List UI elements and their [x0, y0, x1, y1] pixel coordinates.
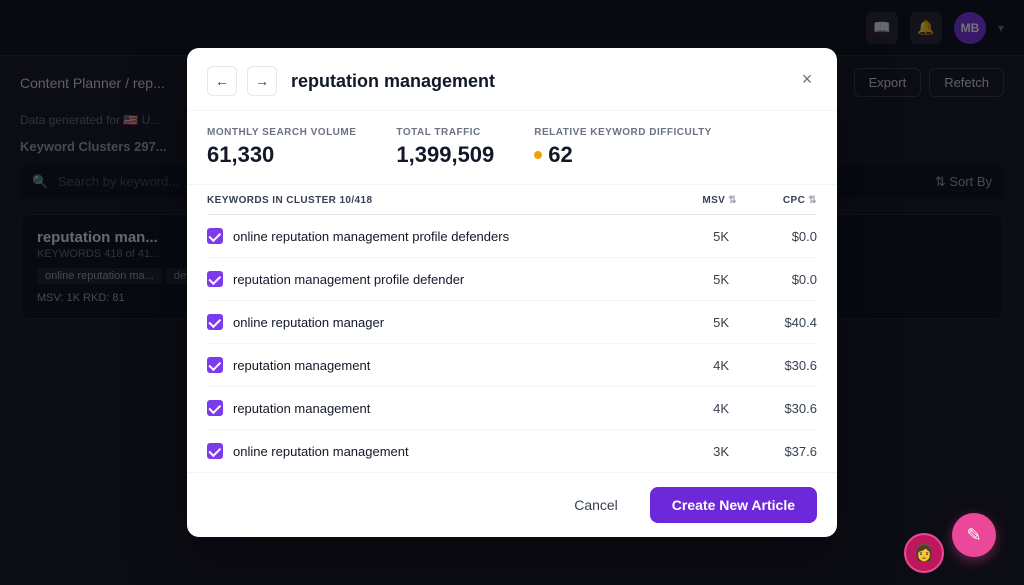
table-row: reputation management 4K $30.6 [207, 344, 817, 387]
cpc-cell: $40.4 [737, 315, 817, 330]
keyword-cell: reputation management [207, 357, 657, 373]
msv-cell: 4K [657, 358, 737, 373]
nav-back-button[interactable]: ← [207, 66, 237, 96]
keyword-rows: online reputation management profile def… [207, 215, 817, 472]
cpc-cell: $0.0 [737, 229, 817, 244]
keyword-text: online reputation management profile def… [233, 229, 509, 244]
cpc-cell: $37.6 [737, 444, 817, 459]
keyword-text: reputation management [233, 358, 370, 373]
table-row: reputation management 4K $30.6 [207, 387, 817, 430]
msv-cell: 5K [657, 315, 737, 330]
keyword-checkbox-5[interactable] [207, 443, 223, 459]
cpc-cell: $30.6 [737, 401, 817, 416]
stat-total-traffic: TOTAL TRAFFIC 1,399,509 [396, 127, 494, 168]
pencil-icon: ✎ [966, 525, 981, 546]
user-avatar-icon: 👩 [914, 543, 934, 563]
table-row: reputation management profile defender 5… [207, 258, 817, 301]
msv-sort-icon[interactable]: ⇅ [728, 195, 737, 206]
keyword-text: reputation management [233, 401, 370, 416]
table-row: online reputation management 3K $37.6 [207, 430, 817, 472]
stat-relative-keyword-difficulty: RELATIVE KEYWORD DIFFICULTY 62 [534, 127, 712, 168]
col-header-keywords: KEYWORDS IN CLUSTER 10/418 [207, 195, 657, 206]
modal-overlay: ← → reputation management × MONTHLY SEAR… [0, 0, 1024, 585]
table-row: online reputation manager 5K $40.4 [207, 301, 817, 344]
modal-title: reputation management [291, 71, 495, 92]
arrow-right-icon: → [255, 73, 269, 89]
keyword-text: reputation management profile defender [233, 272, 464, 287]
table-row: online reputation management profile def… [207, 215, 817, 258]
msv-cell: 4K [657, 401, 737, 416]
keyword-checkbox-1[interactable] [207, 271, 223, 287]
keyword-checkbox-0[interactable] [207, 228, 223, 244]
keyword-cell: reputation management profile defender [207, 271, 657, 287]
col-header-cpc: CPC ⇅ [737, 195, 817, 206]
stats-bar: MONTHLY SEARCH VOLUME 61,330 TOTAL TRAFF… [187, 111, 837, 185]
keyword-checkbox-3[interactable] [207, 357, 223, 373]
keyword-text: online reputation management [233, 444, 409, 459]
keyword-checkbox-2[interactable] [207, 314, 223, 330]
close-icon: × [802, 69, 813, 90]
arrow-left-icon: ← [215, 73, 229, 89]
difficulty-dot [534, 151, 542, 159]
msv-cell: 5K [657, 272, 737, 287]
msv-cell: 5K [657, 229, 737, 244]
msv-cell: 3K [657, 444, 737, 459]
keywords-table: KEYWORDS IN CLUSTER 10/418 MSV ⇅ CPC ⇅ o… [187, 185, 837, 472]
keyword-cell: online reputation management profile def… [207, 228, 657, 244]
user-avatar[interactable]: 👩 [904, 533, 944, 573]
fab-edit-button[interactable]: ✎ [952, 513, 996, 557]
col-header-msv: MSV ⇅ [657, 195, 737, 206]
keyword-cell: online reputation manager [207, 314, 657, 330]
keyword-text: online reputation manager [233, 315, 384, 330]
keyword-checkbox-4[interactable] [207, 400, 223, 416]
stat-monthly-search-volume: MONTHLY SEARCH VOLUME 61,330 [207, 127, 356, 168]
cpc-cell: $30.6 [737, 358, 817, 373]
cancel-button[interactable]: Cancel [554, 487, 638, 523]
cpc-sort-icon[interactable]: ⇅ [808, 195, 817, 206]
create-new-article-button[interactable]: Create New Article [650, 487, 817, 523]
modal-header: ← → reputation management × [187, 48, 837, 111]
keyword-cluster-modal: ← → reputation management × MONTHLY SEAR… [187, 48, 837, 537]
modal-footer: Cancel Create New Article [187, 472, 837, 537]
keyword-cell: reputation management [207, 400, 657, 416]
cpc-cell: $0.0 [737, 272, 817, 287]
nav-forward-button[interactable]: → [247, 66, 277, 96]
table-header: KEYWORDS IN CLUSTER 10/418 MSV ⇅ CPC ⇅ [207, 185, 817, 215]
close-button[interactable]: × [793, 65, 821, 93]
keyword-cell: online reputation management [207, 443, 657, 459]
